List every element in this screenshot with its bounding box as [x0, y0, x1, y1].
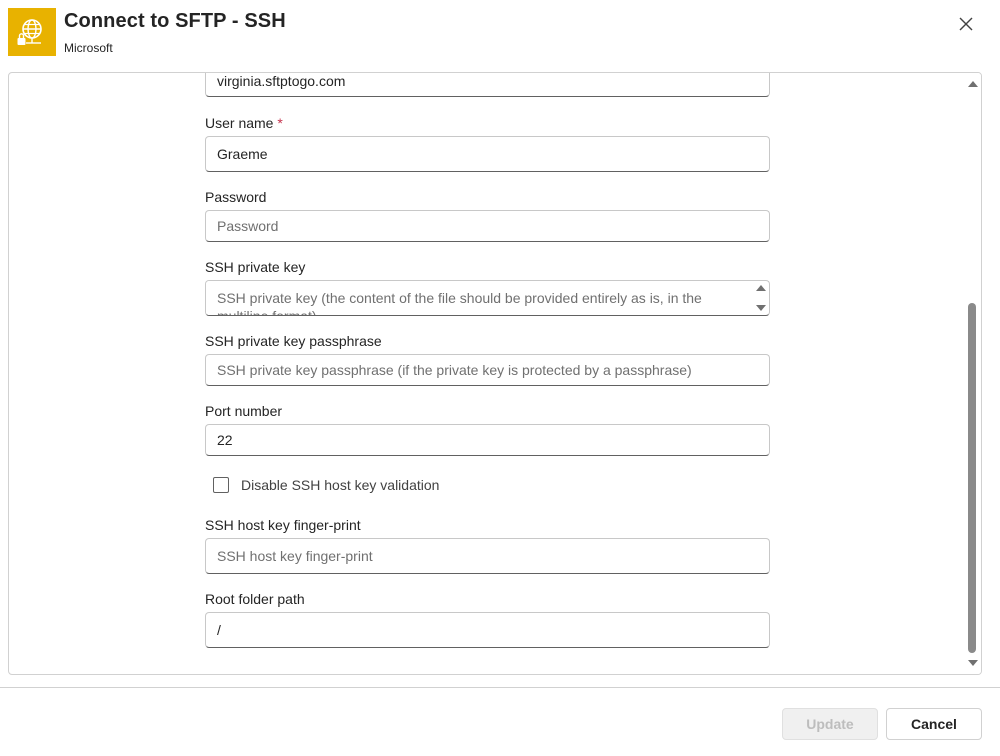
close-icon: [959, 17, 973, 31]
close-button[interactable]: [952, 10, 980, 38]
panel-scrollbar[interactable]: [965, 73, 981, 674]
host-key-fingerprint-label: SSH host key finger-print: [205, 517, 361, 533]
form-panel: User name * Password SSH private key SSH…: [8, 72, 982, 675]
cancel-button[interactable]: Cancel: [886, 708, 982, 740]
dialog-header: Connect to SFTP - SSH Microsoft: [0, 0, 1000, 72]
textarea-scrollbar[interactable]: [755, 283, 767, 313]
username-label: User name *: [205, 115, 283, 131]
ssh-private-key-field: [205, 280, 770, 316]
dialog-title: Connect to SFTP - SSH: [64, 10, 286, 32]
port-label: Port number: [205, 403, 283, 419]
scroll-down-icon[interactable]: [756, 305, 766, 311]
footer-divider: [0, 687, 1000, 688]
dialog-subtitle: Microsoft: [64, 41, 113, 55]
passphrase-input[interactable]: [205, 354, 770, 386]
root-folder-input[interactable]: [205, 612, 770, 648]
form-scroll-area: User name * Password SSH private key SSH…: [9, 73, 965, 674]
username-input[interactable]: [205, 136, 770, 172]
host-key-fingerprint-input[interactable]: [205, 538, 770, 574]
ssh-private-key-label: SSH private key: [205, 259, 306, 275]
host-input[interactable]: [205, 73, 770, 97]
scroll-up-icon[interactable]: [968, 81, 978, 87]
passphrase-label: SSH private key passphrase: [205, 333, 382, 349]
scroll-up-icon[interactable]: [756, 285, 766, 291]
required-indicator: *: [277, 115, 283, 131]
port-input[interactable]: [205, 424, 770, 456]
scroll-down-icon[interactable]: [968, 660, 978, 666]
password-input[interactable]: [205, 210, 770, 242]
disable-host-key-validation-row[interactable]: Disable SSH host key validation: [213, 475, 439, 495]
password-label: Password: [205, 189, 267, 205]
update-button[interactable]: Update: [782, 708, 878, 740]
ssh-private-key-input[interactable]: [206, 281, 746, 315]
scrollbar-thumb[interactable]: [968, 303, 976, 653]
root-folder-label: Root folder path: [205, 591, 305, 607]
sftp-connector-icon: [8, 8, 56, 56]
disable-host-key-validation-label: Disable SSH host key validation: [241, 477, 440, 493]
disable-host-key-validation-checkbox[interactable]: [213, 477, 229, 493]
